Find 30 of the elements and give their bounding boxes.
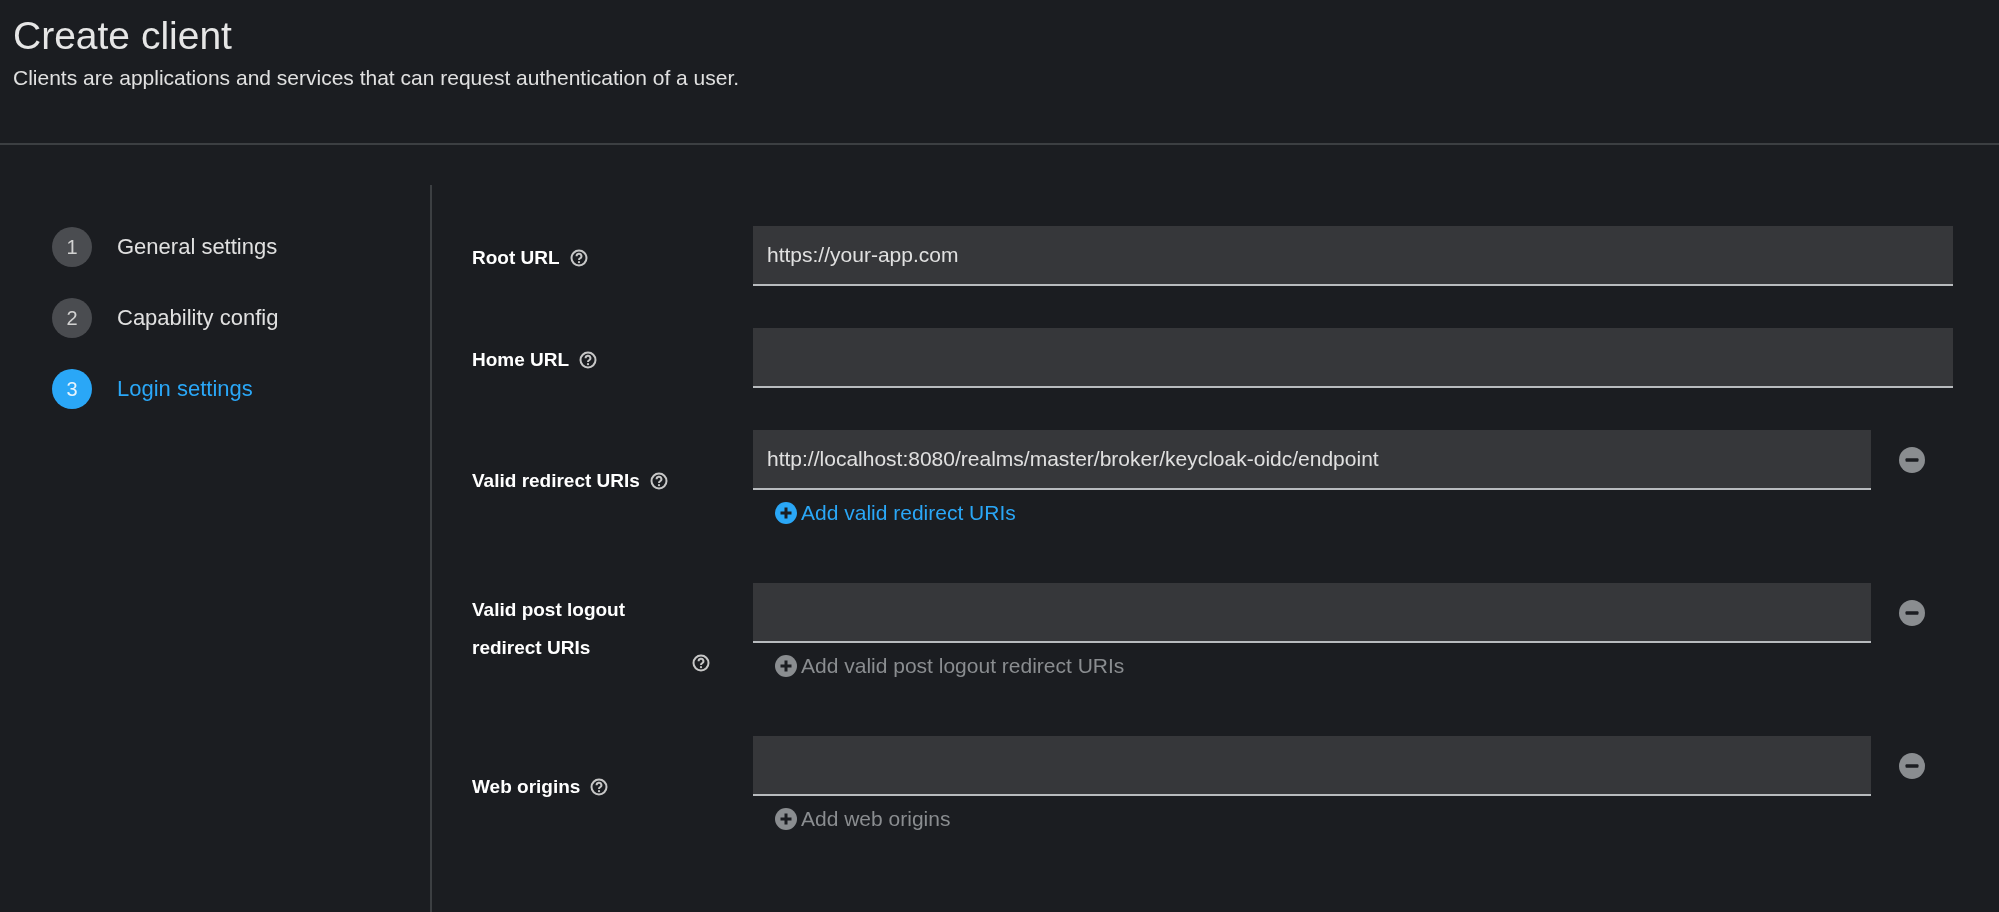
step-link[interactable]: General settings	[117, 234, 278, 260]
uri-input[interactable]	[753, 583, 1871, 643]
field-label: Home URL	[472, 348, 570, 372]
step-link[interactable]: Capability config	[117, 305, 279, 331]
field-label: Valid post logout redirect URIs	[472, 598, 627, 660]
field-label: Root URL	[472, 246, 560, 270]
page-title: Create client	[12, 13, 232, 58]
add-link[interactable]: Add valid redirect URIs	[775, 498, 1016, 528]
field-label: Web origins	[472, 775, 581, 799]
help-icon[interactable]	[579, 351, 598, 369]
help-icon[interactable]	[569, 249, 588, 267]
plus-circle-icon	[775, 655, 797, 677]
url-input[interactable]	[753, 328, 1953, 388]
page-description: Clients are applications and services that can request authentication of a user.	[12, 65, 740, 90]
step-link[interactable]: Login settings	[117, 376, 253, 402]
uri-input[interactable]: http://localhost:8080/realms/master/broker/keycloak-oidc/endpoint	[753, 430, 1871, 490]
plus-circle-icon	[775, 808, 797, 830]
step-number: 2	[52, 298, 92, 338]
remove-icon[interactable]	[1899, 447, 1925, 473]
field-label: Valid redirect URIs	[472, 469, 640, 493]
help-icon[interactable]	[692, 654, 710, 672]
help-icon[interactable]	[649, 472, 668, 490]
step-number: 1	[52, 227, 92, 267]
url-input[interactable]: https://your-app.com	[753, 226, 1953, 286]
step-number: 3	[52, 369, 92, 409]
uri-input[interactable]	[753, 736, 1871, 796]
remove-icon[interactable]	[1899, 600, 1925, 626]
help-icon[interactable]	[590, 778, 609, 796]
remove-icon[interactable]	[1899, 753, 1925, 779]
plus-circle-icon	[775, 502, 797, 524]
